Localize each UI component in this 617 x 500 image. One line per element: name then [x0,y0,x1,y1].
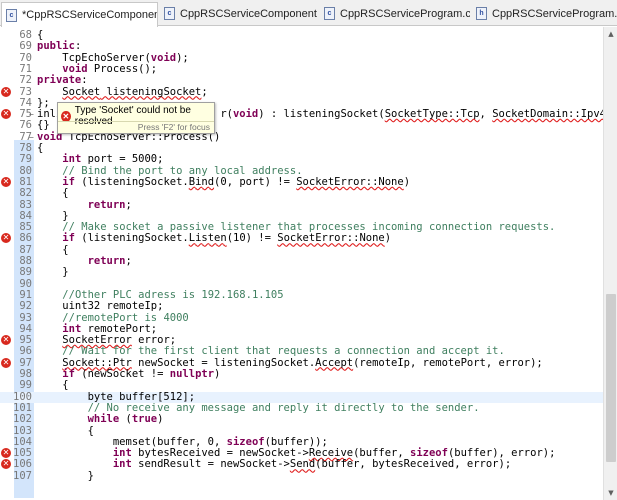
line-number: 89 [19,266,32,279]
line-number: 92 [19,300,32,313]
code-line[interactable]: 88 return; [0,255,603,267]
code-line[interactable]: ✕ 73 Socket listeningSocket; [0,85,603,98]
vertical-scrollbar[interactable]: ▲ ▼ [603,27,617,500]
tab-label: CppRSCServiceComponent... [180,7,318,20]
line-number: 72 [19,74,32,87]
line-number: 99 [19,379,32,392]
code-line[interactable]: 68{ [0,29,603,41]
line-number: 107 [13,469,32,482]
tab-cpp-rsc-service-component[interactable]: c CppRSCServiceComponent... [160,2,318,25]
code-line[interactable]: 83 return; [0,199,603,211]
cpp-file-icon: c [324,7,335,20]
tab-cpp-rsc-service-program-hpp[interactable]: h CppRSCServiceProgram.hpp [472,2,617,25]
cpp-file-icon: c [6,8,17,22]
cpp-file-icon: c [164,7,175,20]
scroll-down-arrow-icon[interactable]: ▼ [604,486,617,500]
code-line[interactable]: 107 } [0,469,603,482]
tab-label: CppRSCServiceProgram.cpp [340,7,470,20]
line-number: 79 [19,153,32,166]
line-number: 96 [19,345,32,358]
line-text: int sendResult = newSocket->Send(buffer,… [112,458,512,471]
error-icon: ✕ [61,110,71,122]
line-text: } [37,266,69,279]
editor-tab-bar: c *CppRSCServiceComponent... ✕ c CppRSCS… [0,0,617,27]
line-text: Socket listeningSocket; [62,85,208,98]
line-text: } [37,469,94,482]
error-tooltip[interactable]: ✕ Type 'Socket' could not be resolved Pr… [57,102,215,134]
line-text: if (listeningSocket.Listen(10) != Socket… [62,232,392,245]
line-number: 82 [19,187,32,200]
tab-label: *CppRSCServiceComponent... [22,9,158,21]
code-line[interactable]: 71 void Process(); [0,63,603,75]
line-text: if (listeningSocket.Bind(0, port) != Soc… [62,175,411,188]
line-number: 106 [13,458,32,471]
scroll-up-arrow-icon[interactable]: ▲ [604,27,617,41]
code-line[interactable]: 98 if (newSocket != nullptr) [0,368,603,380]
line-number: 86 [19,232,32,245]
scrollbar-thumb[interactable] [606,294,616,462]
tab-cpp-rsc-service-program-cpp[interactable]: c CppRSCServiceProgram.cpp [320,2,470,25]
line-number: 69 [19,40,32,53]
line-number: 102 [13,413,32,426]
line-number: 76 [19,119,32,132]
code-line[interactable]: ✕ 86 if (listeningSocket.Listen(10) != So… [0,233,603,244]
tab-cpp-rsc-service-component-modified[interactable]: c *CppRSCServiceComponent... ✕ [1,2,158,27]
tooltip-footer: Press 'F2' for focus [58,121,214,133]
tab-label: CppRSCServiceProgram.hpp [492,7,617,20]
hpp-file-icon: h [476,7,487,20]
code-line[interactable]: ✕ 81 if (listeningSocket.Bind(0, port) !=… [0,175,603,188]
code-editor[interactable]: 68{69 public: 70 TcpEchoServer(void); 71 vo… [0,27,603,500]
code-line[interactable]: 89 } [0,266,603,279]
